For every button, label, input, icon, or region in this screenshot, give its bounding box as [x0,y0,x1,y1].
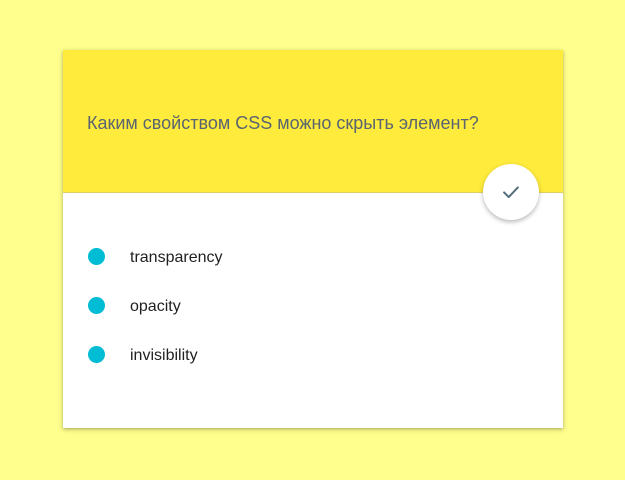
check-icon [503,186,519,199]
option-label: transparency [130,249,223,266]
option-marker-icon [88,248,105,265]
option-marker-icon [88,297,105,314]
page: Каким свойством CSS можно скрыть элемент… [0,0,625,480]
card-header: Каким свойством CSS можно скрыть элемент… [63,50,563,220]
option-label: opacity [130,298,181,315]
quiz-card: Каким свойством CSS можно скрыть элемент… [63,50,563,428]
question-text: Каким свойством CSS можно скрыть элемент… [87,113,479,133]
answer-option[interactable]: invisibility [63,341,563,371]
option-label: invisibility [130,347,198,364]
answer-option[interactable]: opacity [63,292,563,322]
submit-answer-button[interactable] [483,164,539,220]
answer-option[interactable]: transparency [63,243,563,273]
option-marker-icon [88,346,105,363]
